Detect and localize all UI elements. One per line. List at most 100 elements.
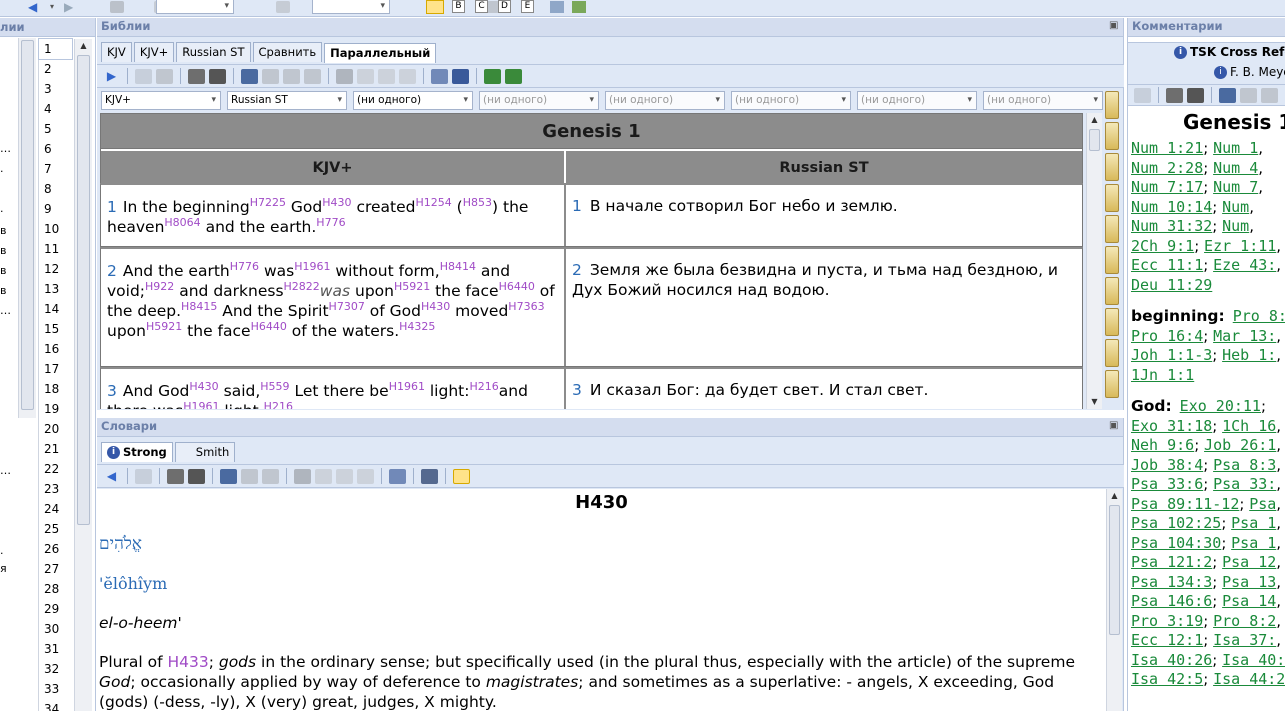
chapter-item[interactable]: 18	[39, 379, 72, 399]
tab-parallel[interactable]: Параллельный	[324, 43, 437, 63]
chapter-item[interactable]: 11	[39, 239, 72, 259]
xref-link[interactable]: Heb 1:	[1222, 346, 1276, 364]
xref-link[interactable]: Psa	[1249, 495, 1276, 513]
binoculars-icon[interactable]	[110, 1, 124, 13]
xref-link[interactable]: Neh 9:6	[1131, 436, 1194, 454]
bookmark-icon[interactable]	[1105, 153, 1119, 181]
xref-link[interactable]: Num	[1222, 217, 1249, 235]
chapter-item[interactable]: 15	[39, 319, 72, 339]
tab-strong[interactable]: i Strong	[101, 442, 173, 462]
chapter-item[interactable]: 26	[39, 539, 72, 559]
verse-number[interactable]: 1	[572, 197, 582, 215]
print-icon[interactable]	[262, 468, 279, 484]
xref-link[interactable]: Pro 3:19	[1131, 612, 1203, 630]
bookmark-icon[interactable]	[1105, 339, 1119, 367]
scroll-up-icon[interactable]: ▲	[75, 39, 92, 53]
copy-icon[interactable]	[1240, 87, 1257, 103]
chapter-item[interactable]: 24	[39, 499, 72, 519]
binoculars-icon[interactable]	[167, 468, 184, 484]
dropdown-arrow-icon[interactable]: ▾	[50, 0, 54, 14]
xref-link[interactable]: Psa 12	[1222, 553, 1276, 571]
xref-link[interactable]: Ezr 1:11	[1204, 237, 1276, 255]
chapter-item[interactable]: 29	[39, 599, 72, 619]
xref-link[interactable]: Num 10:14	[1131, 198, 1212, 216]
chapter-item[interactable]: 30	[39, 619, 72, 639]
strong-number[interactable]: H1961	[294, 260, 330, 273]
xref-link[interactable]: Deu 11:29	[1131, 276, 1212, 294]
strong-number[interactable]: H853	[463, 196, 492, 209]
xref-link[interactable]: Isa 42:5	[1131, 670, 1203, 688]
bookmark-icon[interactable]	[1105, 122, 1119, 150]
chapter-item[interactable]: 27	[39, 559, 72, 579]
cross-icon[interactable]	[399, 68, 416, 84]
copy-icon[interactable]	[241, 468, 258, 484]
xref-link[interactable]: Psa 33:	[1213, 475, 1276, 493]
find-in-text-icon[interactable]	[188, 468, 205, 484]
strong-number[interactable]: H6440	[251, 320, 287, 333]
chapter-item[interactable]: 31	[39, 639, 72, 659]
scroll-up-icon[interactable]: ▲	[1107, 489, 1122, 503]
scroll-down-icon[interactable]: ▼	[1087, 395, 1102, 409]
chapter-item[interactable]: 22	[39, 459, 72, 479]
strong-number[interactable]: H8064	[164, 216, 200, 229]
strong-number[interactable]: H216	[469, 380, 498, 393]
link-toggle-icon[interactable]	[453, 468, 470, 484]
verse-number[interactable]: 2	[107, 262, 117, 280]
chapter-item[interactable]: 23	[39, 479, 72, 499]
chapter-item[interactable]: 8	[39, 179, 72, 199]
xref-link[interactable]: Job 38:4	[1131, 456, 1203, 474]
xref-link[interactable]: Ecc 12:1	[1131, 631, 1203, 649]
chapter-item[interactable]: 9	[39, 199, 72, 219]
chapter-item[interactable]: 17	[39, 359, 72, 379]
xref-link[interactable]: Num 4	[1213, 159, 1258, 177]
xref-link[interactable]: Num 7:17	[1131, 178, 1203, 196]
dictionary-scroll-thumb[interactable]	[1109, 505, 1120, 635]
back-icon[interactable]: ◀	[103, 469, 120, 484]
window-icon[interactable]	[550, 1, 564, 13]
strong-number[interactable]: H430	[322, 196, 351, 209]
xref-link[interactable]: Psa 104:30	[1131, 534, 1221, 552]
chapter-item[interactable]: 4	[39, 99, 72, 119]
strong-number[interactable]: H7225	[250, 196, 286, 209]
xref-link[interactable]: Joh 1:1-3	[1131, 346, 1212, 364]
bible-select-4[interactable]: (ни одного)	[479, 91, 599, 110]
xref-link[interactable]: Isa 40:26	[1131, 651, 1212, 669]
chapter-item[interactable]: 5	[39, 119, 72, 139]
xref-link[interactable]: Eze 43:	[1213, 256, 1276, 274]
chapter-item[interactable]: 28	[39, 579, 72, 599]
xref-link[interactable]: 1Jn 1:1	[1131, 366, 1194, 384]
bookmark-icon[interactable]	[1105, 184, 1119, 212]
xref-link[interactable]: Isa 40:	[1222, 651, 1285, 669]
xref-link[interactable]: Exo 31:18	[1131, 417, 1212, 435]
strong-number[interactable]: H8415	[181, 300, 217, 313]
print-icon[interactable]	[1261, 87, 1278, 103]
strong-number[interactable]: H776	[316, 216, 345, 229]
xref-link[interactable]: Psa 102:25	[1131, 514, 1221, 532]
sync-left-icon[interactable]	[484, 68, 501, 84]
source-tsk[interactable]: i TSK Cross Refe	[1174, 45, 1285, 59]
strong-number[interactable]: H430	[421, 300, 450, 313]
chapter-item[interactable]: 7	[39, 159, 72, 179]
chapter-item[interactable]: 16	[39, 339, 72, 359]
xref-link[interactable]: Isa 37:	[1213, 631, 1276, 649]
find-in-text-icon[interactable]	[1187, 87, 1204, 103]
xref-link[interactable]: Psa 33:6	[1131, 475, 1203, 493]
strong-number[interactable]: H7307	[329, 300, 365, 313]
pin-icon[interactable]: ▣	[1109, 420, 1119, 432]
strong-number[interactable]: H1961	[389, 380, 425, 393]
document-icon[interactable]	[241, 68, 258, 84]
bookmark-icon[interactable]	[1105, 277, 1119, 305]
zoom-icon[interactable]	[431, 68, 448, 84]
note-icon[interactable]	[315, 468, 332, 484]
paste-icon[interactable]	[283, 68, 300, 84]
zoom-icon[interactable]	[389, 468, 406, 484]
verse-number[interactable]: 3	[572, 381, 582, 399]
xref-link[interactable]: Psa 1	[1231, 534, 1276, 552]
chapter-item[interactable]: 12	[39, 259, 72, 279]
god-icon[interactable]	[378, 68, 395, 84]
xref-link[interactable]: Num	[1222, 198, 1249, 216]
xref-link[interactable]: Psa 8:3	[1213, 456, 1276, 474]
tab-kjv[interactable]: KJV	[101, 42, 132, 62]
xref-link[interactable]: Mar 13:	[1213, 327, 1276, 345]
verse-number[interactable]: 1	[107, 198, 117, 216]
